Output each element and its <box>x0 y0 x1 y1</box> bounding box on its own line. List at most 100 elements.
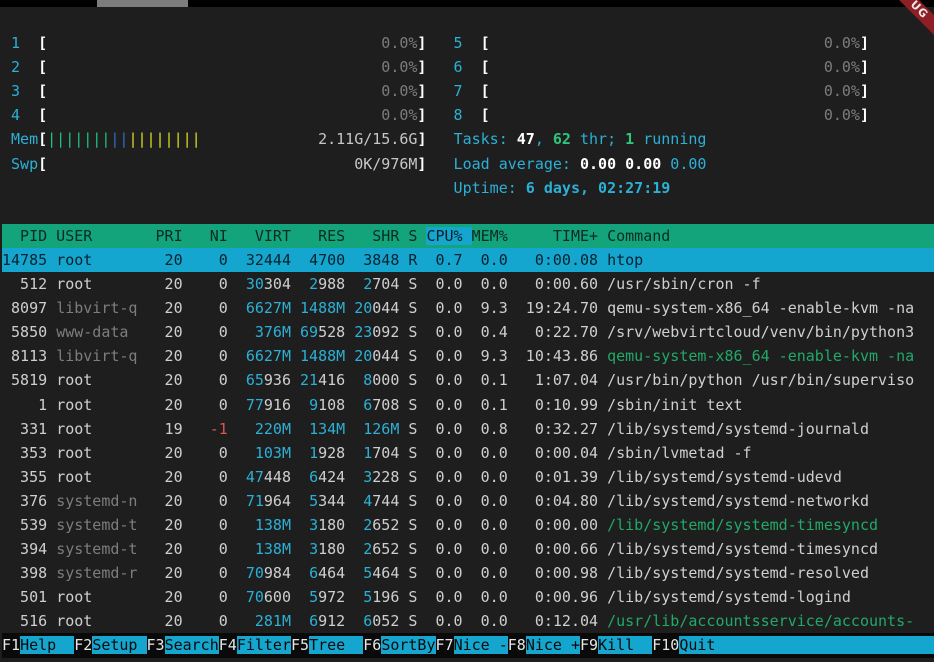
cpu-meter-row: 3 [ 0.0%] 7 [ 0.0%] <box>2 79 934 103</box>
mem-size-cell: 448 <box>264 468 291 486</box>
text-segment <box>598 347 607 365</box>
mem-size-cell: 464 <box>372 564 399 582</box>
mem-pct-cell: 0.0 <box>472 444 508 462</box>
text-segment <box>508 588 517 606</box>
process-row[interactable]: 8097 libvirt-q 20 0 6627M 1488M 20044 S … <box>2 296 934 320</box>
fkey-f5[interactable]: F5 <box>291 636 309 654</box>
process-row[interactable]: 1 root 20 0 77916 9108 6708 S 0.0 0.1 0:… <box>2 393 934 417</box>
mem-size-cell: 964 <box>264 492 291 510</box>
fkey-label-f5[interactable]: Tree <box>309 636 363 654</box>
text-segment <box>463 444 472 462</box>
fkey-label-f3[interactable]: Search <box>165 636 219 654</box>
text-segment <box>463 299 472 317</box>
fkey-label-f7[interactable]: Nice - <box>454 636 508 654</box>
command-cell: /sbin/init text <box>607 396 742 414</box>
process-row[interactable]: 394 systemd-t 20 0 138M 3180 2652 S 0.0 … <box>2 537 934 561</box>
command-cell: /usr/sbin/cron -f <box>607 275 761 293</box>
process-row[interactable]: 5819 root 20 0 65936 21416 8000 S 0.0 0.… <box>2 368 934 392</box>
user-cell: root <box>56 420 137 438</box>
text-segment <box>354 468 363 486</box>
text-segment <box>490 34 824 52</box>
fkey-f3[interactable]: F3 <box>147 636 165 654</box>
fkey-f7[interactable]: F7 <box>436 636 454 654</box>
process-row[interactable]: 8113 libvirt-q 20 0 6627M 1488M 20044 S … <box>2 344 934 368</box>
text-segment <box>183 347 192 365</box>
process-row[interactable]: 376 systemd-n 20 0 71964 5344 4744 S 0.0… <box>2 489 934 513</box>
mem-size-cell: 108 <box>318 396 345 414</box>
text-segment <box>426 82 453 100</box>
mem-size-cell: 180 <box>318 540 345 558</box>
fkey-label-f10[interactable]: Quit <box>679 636 733 654</box>
text-segment <box>47 492 56 510</box>
text-segment <box>183 251 192 269</box>
process-row[interactable]: 355 root 20 0 47448 6424 3228 S 0.0 0.0 … <box>2 465 934 489</box>
mem-bar-yellow: |||||||| <box>128 130 200 148</box>
meter-bracket: [ <box>38 130 47 148</box>
text-segment <box>463 323 472 341</box>
mem-pct-cell: 0.0 <box>472 612 508 630</box>
mem-size-cell: 6627M <box>246 299 291 317</box>
command-cell: /lib/systemd/systemd-networkd <box>607 492 869 510</box>
sort-column-cpu[interactable]: CPU% <box>426 227 471 245</box>
nice-cell: 0 <box>192 251 228 269</box>
fkey-label-f4[interactable]: Filter <box>237 636 291 654</box>
mem-meter-label: Mem <box>11 130 38 148</box>
nice-cell: 0 <box>192 396 228 414</box>
mem-size-cell: 912 <box>318 612 345 630</box>
cpu-meter-label: 6 <box>454 58 463 76</box>
time-cell: 1:07.04 <box>517 371 598 389</box>
mem-size-cell: 652 <box>372 516 399 534</box>
process-row[interactable]: 512 root 20 0 30304 2988 2704 S 0.0 0.0 … <box>2 272 934 296</box>
mem-size-cell: 424 <box>318 468 345 486</box>
text-segment <box>2 106 11 124</box>
mem-bar-green: ||||||| <box>47 130 110 148</box>
meter-bracket: [ <box>481 58 490 76</box>
mem-pct-cell: 0.0 <box>472 251 508 269</box>
user-cell: root <box>56 588 137 606</box>
text-segment <box>508 612 517 630</box>
load-average: Load average: <box>454 155 580 173</box>
fkey-label-f6[interactable]: SortBy <box>381 636 435 654</box>
process-row[interactable]: 14785 root 20 0 32444 4700 3848 R 0.7 0.… <box>2 248 934 272</box>
table-header[interactable]: PID USER PRI NI VIRT RES SHR S CPU% MEM%… <box>2 224 934 248</box>
fkey-f8[interactable]: F8 <box>508 636 526 654</box>
fkey-label-f1[interactable]: Help <box>20 636 74 654</box>
fkey-f4[interactable]: F4 <box>219 636 237 654</box>
mem-size-cell: 196 <box>372 588 399 606</box>
process-row[interactable]: 353 root 20 0 103M 1928 1704 S 0.0 0.0 0… <box>2 441 934 465</box>
text-segment <box>300 516 309 534</box>
mem-pct-cell: 9.3 <box>472 347 508 365</box>
fkey-f6[interactable]: F6 <box>363 636 381 654</box>
mem-size-cell: 1 <box>363 444 372 462</box>
fkey-label-f9[interactable]: Kill <box>598 636 652 654</box>
time-cell: 19:24.70 <box>517 299 598 317</box>
fkey-f10[interactable]: F10 <box>652 636 679 654</box>
text-segment <box>2 179 454 197</box>
text-segment <box>137 347 146 365</box>
mem-size-cell: 6 <box>309 468 318 486</box>
text-segment <box>300 588 309 606</box>
mem-size-cell: 600 <box>264 588 291 606</box>
mem-size-cell: 6627M <box>246 347 291 365</box>
text-segment <box>291 540 300 558</box>
cpu-meter-value: 0.0% <box>381 34 417 52</box>
process-row[interactable]: 501 root 20 0 70600 5972 5196 S 0.0 0.0 … <box>2 585 934 609</box>
process-row[interactable]: 398 systemd-r 20 0 70984 6464 5464 S 0.0… <box>2 561 934 585</box>
text-segment <box>47 396 56 414</box>
process-row[interactable]: 5850 www-data 20 0 376M 69528 23092 S 0.… <box>2 320 934 344</box>
text-segment <box>237 444 255 462</box>
text-segment <box>345 588 354 606</box>
text-segment <box>463 492 472 510</box>
fkey-label-f2[interactable]: Setup <box>92 636 146 654</box>
nice-cell: 0 <box>192 540 228 558</box>
load-average <box>616 155 625 173</box>
fkey-label-f8[interactable]: Nice + <box>526 636 580 654</box>
uptime: 6 days, 02:27:19 <box>526 179 671 197</box>
fkey-f1[interactable]: F1 <box>2 636 20 654</box>
process-row[interactable]: 331 root 19 -1 220M 134M 126M S 0.0 0.8 … <box>2 417 934 441</box>
process-row[interactable]: 516 root 20 0 281M 6912 6052 S 0.0 0.0 0… <box>2 609 934 633</box>
fkey-f2[interactable]: F2 <box>74 636 92 654</box>
nice-cell: 0 <box>192 468 228 486</box>
process-row[interactable]: 539 systemd-t 20 0 138M 3180 2652 S 0.0 … <box>2 513 934 537</box>
fkey-f9[interactable]: F9 <box>580 636 598 654</box>
